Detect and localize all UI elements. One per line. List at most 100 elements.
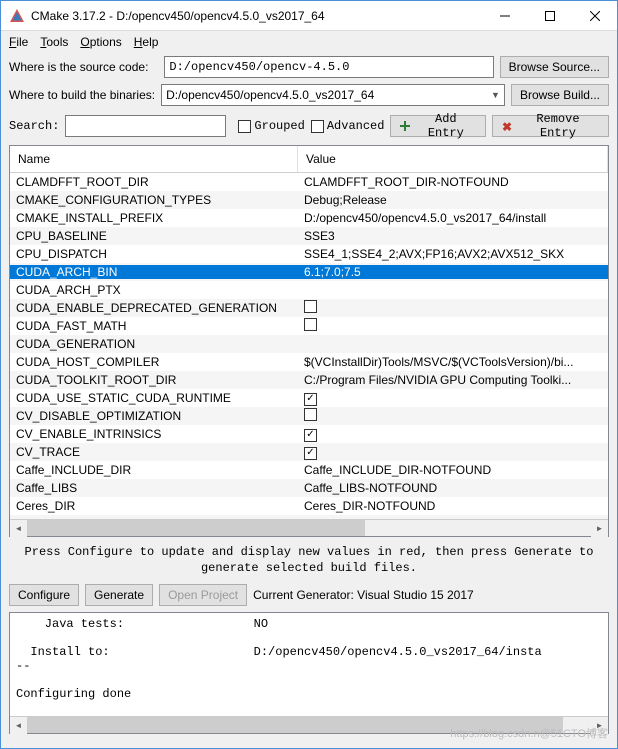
output-panel: Java tests: NO Install to: D:/opencv450/… — [9, 612, 609, 734]
watermark: https://blog.csdn.n@51CTO博客 — [450, 725, 608, 741]
scroll-left-icon[interactable]: ◄ — [10, 717, 27, 734]
generate-button[interactable]: Generate — [85, 584, 153, 606]
maximize-button[interactable] — [527, 1, 572, 30]
grouped-checkbox[interactable]: Grouped — [238, 119, 304, 133]
horizontal-scrollbar[interactable]: ◄ ► — [10, 519, 608, 536]
table-row[interactable]: CUDA_FAST_MATH — [10, 317, 608, 335]
close-button[interactable] — [572, 1, 617, 30]
table-row[interactable]: Caffe_INCLUDE_DIRCaffe_INCLUDE_DIR-NOTFO… — [10, 461, 608, 479]
cell-value[interactable]: ✓ — [298, 444, 608, 460]
checkbox-icon — [311, 120, 324, 133]
minimize-button[interactable] — [482, 1, 527, 30]
cell-value[interactable]: $(VCInstallDir)Tools/MSVC/$(VCToolsVersi… — [298, 355, 608, 369]
table-row[interactable]: CPU_BASELINESSE3 — [10, 227, 608, 245]
checkbox-icon[interactable] — [304, 300, 317, 313]
search-input[interactable] — [65, 115, 226, 137]
table-row[interactable]: CV_DISABLE_OPTIMIZATION — [10, 407, 608, 425]
cell-name: CMAKE_CONFIGURATION_TYPES — [10, 193, 298, 207]
menu-file[interactable]: File — [9, 35, 28, 49]
cell-name: CV_ENABLE_INTRINSICS — [10, 427, 298, 441]
menu-tools[interactable]: Tools — [40, 35, 68, 49]
table-row[interactable]: CMAKE_INSTALL_PREFIXD:/opencv450/opencv4… — [10, 209, 608, 227]
table-row[interactable]: CLAMDFFT_ROOT_DIRCLAMDFFT_ROOT_DIR-NOTFO… — [10, 173, 608, 191]
cell-name: Ceres_DIR — [10, 499, 298, 513]
table-body: CLAMDFFT_ROOT_DIRCLAMDFFT_ROOT_DIR-NOTFO… — [10, 173, 608, 519]
table-row[interactable]: CUDA_ARCH_PTX — [10, 281, 608, 299]
checkbox-icon[interactable] — [304, 408, 317, 421]
table-header: Name Value — [10, 146, 608, 173]
table-row[interactable]: CUDA_ENABLE_DEPRECATED_GENERATION — [10, 299, 608, 317]
search-label: Search: — [9, 119, 59, 133]
configure-button[interactable]: Configure — [9, 584, 79, 606]
scroll-left-icon[interactable]: ◄ — [10, 520, 27, 537]
scroll-thumb[interactable] — [27, 520, 365, 536]
cell-value[interactable]: Caffe_LIBS-NOTFOUND — [298, 481, 608, 495]
checkbox-icon[interactable]: ✓ — [304, 429, 317, 442]
table-row[interactable]: CUDA_HOST_COMPILER$(VCInstallDir)Tools/M… — [10, 353, 608, 371]
table-row[interactable]: CPU_DISPATCHSSE4_1;SSE4_2;AVX;FP16;AVX2;… — [10, 245, 608, 263]
cell-name: CUDA_ENABLE_DEPRECATED_GENERATION — [10, 301, 298, 315]
cell-value[interactable]: CLAMDFFT_ROOT_DIR-NOTFOUND — [298, 175, 608, 189]
remove-entry-button[interactable]: ✖ Remove Entry — [492, 115, 609, 137]
build-combo[interactable]: D:/opencv450/opencv4.5.0_vs2017_64 ▼ — [161, 84, 505, 106]
table-row[interactable]: CUDA_ARCH_BIN6.1;7.0;7.5 — [10, 263, 608, 281]
titlebar: CMake 3.17.2 - D:/opencv450/opencv4.5.0_… — [1, 1, 617, 31]
minimize-icon — [500, 11, 510, 21]
browse-source-button[interactable]: Browse Source... — [500, 56, 609, 78]
column-name[interactable]: Name — [10, 146, 298, 172]
cell-value[interactable]: ✓ — [298, 426, 608, 442]
cell-value[interactable]: Debug;Release — [298, 193, 608, 207]
table-row[interactable]: CUDA_GENERATION — [10, 335, 608, 353]
toolbar-row: Search: Grouped Advanced Add Entry ✖ Rem… — [1, 109, 617, 143]
column-value[interactable]: Value — [298, 146, 608, 172]
cell-value[interactable]: C:/Program Files/NVIDIA GPU Computing To… — [298, 373, 608, 387]
table-row[interactable]: CUDA_TOOLKIT_ROOT_DIRC:/Program Files/NV… — [10, 371, 608, 389]
scroll-right-icon[interactable]: ► — [591, 520, 608, 537]
table-row[interactable]: CV_ENABLE_INTRINSICS ✓ — [10, 425, 608, 443]
cell-name: CUDA_GENERATION — [10, 337, 298, 351]
cell-value[interactable] — [298, 318, 608, 334]
cell-name: CPU_BASELINE — [10, 229, 298, 243]
close-icon — [590, 11, 600, 21]
table-row[interactable]: Ceres_DIRCeres_DIR-NOTFOUND — [10, 497, 608, 515]
current-generator-label: Current Generator: Visual Studio 15 2017 — [253, 588, 474, 602]
cell-value[interactable]: 6.1;7.0;7.5 — [298, 265, 608, 279]
cell-name: CUDA_HOST_COMPILER — [10, 355, 298, 369]
source-input[interactable] — [164, 56, 493, 78]
table-row[interactable]: Caffe_LIBSCaffe_LIBS-NOTFOUND — [10, 479, 608, 497]
add-entry-button[interactable]: Add Entry — [390, 115, 486, 137]
advanced-checkbox[interactable]: Advanced — [311, 119, 385, 133]
cell-value[interactable]: DC1394_INCLUDE-NOTFOUND — [298, 517, 608, 519]
checkbox-icon[interactable]: ✓ — [304, 447, 317, 460]
browse-build-button[interactable]: Browse Build... — [511, 84, 609, 106]
cell-value[interactable] — [298, 300, 608, 316]
maximize-icon — [545, 11, 555, 21]
checkbox-icon[interactable] — [304, 318, 317, 331]
cell-value[interactable]: Caffe_INCLUDE_DIR-NOTFOUND — [298, 463, 608, 477]
table-row[interactable]: CV_TRACE✓ — [10, 443, 608, 461]
menu-options[interactable]: Options — [80, 35, 121, 49]
x-icon: ✖ — [501, 120, 513, 132]
cell-name: CUDA_USE_STATIC_CUDA_RUNTIME — [10, 391, 298, 405]
table-row[interactable]: CUDA_USE_STATIC_CUDA_RUNTIME ✓ — [10, 389, 608, 407]
cell-value[interactable]: Ceres_DIR-NOTFOUND — [298, 499, 608, 513]
cell-name: DC1394_INCLUDE — [10, 517, 298, 519]
checkbox-icon — [238, 120, 251, 133]
generate-row: Configure Generate Open Project Current … — [1, 582, 617, 612]
checkbox-icon[interactable]: ✓ — [304, 393, 317, 406]
cell-value[interactable]: SSE3 — [298, 229, 608, 243]
cell-name: CMAKE_INSTALL_PREFIX — [10, 211, 298, 225]
cell-value[interactable]: ✓ — [298, 390, 608, 406]
output-text[interactable]: Java tests: NO Install to: D:/opencv450/… — [10, 613, 608, 716]
window-title: CMake 3.17.2 - D:/opencv450/opencv4.5.0_… — [31, 9, 482, 23]
build-label: Where to build the binaries: — [9, 88, 155, 102]
cell-value[interactable]: SSE4_1;SSE4_2;AVX;FP16;AVX2;AVX512_SKX — [298, 247, 608, 261]
cell-value[interactable] — [298, 408, 608, 424]
cell-name: CPU_DISPATCH — [10, 247, 298, 261]
menu-help[interactable]: Help — [134, 35, 159, 49]
cell-value[interactable]: D:/opencv450/opencv4.5.0_vs2017_64/insta… — [298, 211, 608, 225]
build-path-row: Where to build the binaries: D:/opencv45… — [1, 81, 617, 109]
table-row[interactable]: DC1394_INCLUDEDC1394_INCLUDE-NOTFOUND — [10, 515, 608, 519]
cell-name: CUDA_ARCH_BIN — [10, 265, 298, 279]
table-row[interactable]: CMAKE_CONFIGURATION_TYPESDebug;Release — [10, 191, 608, 209]
